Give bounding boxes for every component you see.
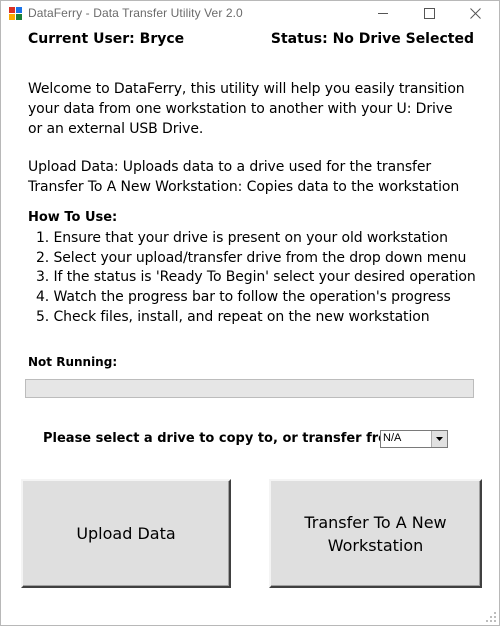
title-bar[interactable]: DataFerry - Data Transfer Utility Ver 2.… (1, 1, 499, 27)
minimize-button[interactable] (361, 1, 407, 27)
dataferry-app-icon[interactable] (9, 7, 22, 20)
drive-select[interactable]: N/A (380, 430, 448, 448)
resize-grip-icon[interactable] (485, 611, 497, 623)
howto-title: How To Use: (28, 210, 118, 225)
howto-steps: 1. Ensure that your drive is present on … (36, 229, 476, 328)
status-label: Status: No Drive Selected (270, 31, 474, 47)
window-title: DataFerry - Data Transfer Utility Ver 2.… (28, 6, 243, 20)
progress-bar (25, 379, 474, 398)
transfer-description: Transfer To A New Workstation: Copies da… (28, 179, 460, 195)
upload-data-button-label: Upload Data (76, 524, 176, 543)
upload-description: Upload Data: Uploads data to a drive use… (28, 159, 432, 175)
howto-step: 5. Check files, install, and repeat on t… (36, 308, 430, 325)
welcome-text: Welcome to DataFerry, this utility will … (28, 81, 465, 137)
dataferry-window: DataFerry - Data Transfer Utility Ver 2.… (0, 0, 500, 626)
howto-step: 1. Ensure that your drive is present on … (36, 230, 448, 246)
upload-data-button[interactable]: Upload Data (21, 479, 231, 588)
drive-select-prompt: Please select a drive to copy to, or tra… (43, 431, 406, 446)
howto-step: 3. If the status is 'Ready To Begin' sel… (36, 269, 476, 286)
transfer-button-label: Transfer To A New Workstation (304, 512, 447, 555)
progress-status-label: Not Running: (28, 355, 118, 369)
maximize-icon (424, 8, 435, 19)
drive-select-value: N/A (383, 432, 402, 444)
transfer-button[interactable]: Transfer To A New Workstation (269, 479, 482, 588)
current-user-label: Current User: Bryce (28, 31, 185, 47)
chevron-down-icon (436, 437, 443, 441)
maximize-button[interactable] (407, 1, 453, 27)
howto-step: 2. Select your upload/transfer drive fro… (36, 249, 467, 266)
minimize-icon (378, 13, 388, 14)
mode-descriptions: Upload Data: Uploads data to a drive use… (28, 157, 478, 197)
close-icon (470, 8, 481, 19)
howto-step: 4. Watch the progress bar to follow the … (36, 289, 451, 306)
close-button[interactable] (453, 1, 499, 27)
drive-select-dropdown-button[interactable] (431, 431, 447, 447)
